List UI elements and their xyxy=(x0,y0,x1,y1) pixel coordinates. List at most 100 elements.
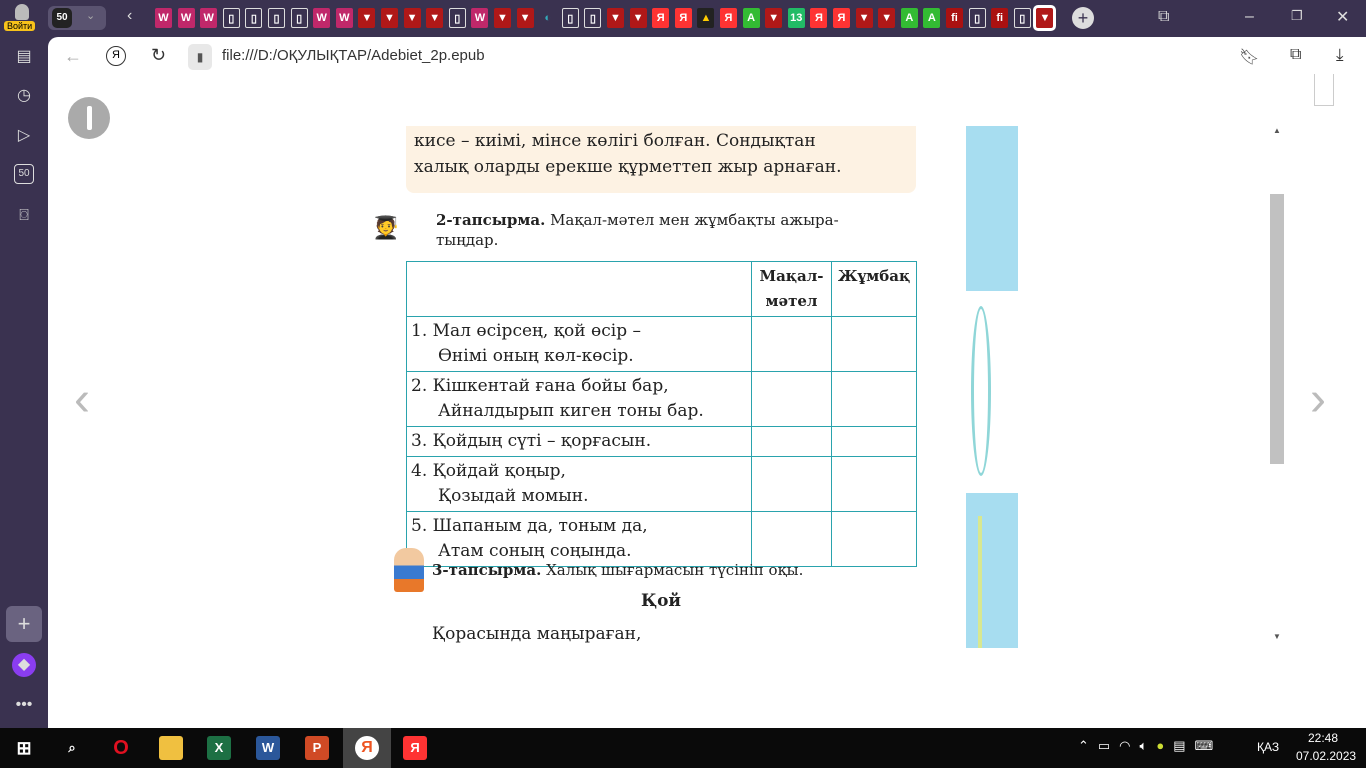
tab-pdf[interactable]: ▼ xyxy=(516,8,534,28)
answer-cell[interactable] xyxy=(831,456,917,512)
tab-pdf[interactable]: ▼ xyxy=(765,8,783,28)
tab-doc[interactable]: ▯ xyxy=(448,8,466,28)
new-tab-button[interactable]: + xyxy=(1072,7,1094,29)
tab-ya[interactable]: Я xyxy=(720,8,737,28)
riddle-cell: 3. Қойдың сүті – қорғасын. xyxy=(406,426,752,457)
tab-doc[interactable]: ▯ xyxy=(584,8,602,28)
screenshot-icon[interactable]: ⌼ xyxy=(12,204,36,228)
scroll-down-icon[interactable]: ▼ xyxy=(1273,632,1281,641)
scrollbar[interactable]: ▲ ▼ xyxy=(1270,126,1284,648)
clock-date[interactable]: 07.02.2023 xyxy=(1296,749,1356,763)
answer-cell[interactable] xyxy=(831,511,917,567)
tab-doc[interactable]: ▯ xyxy=(290,8,308,28)
yandex-icon[interactable]: Я xyxy=(106,46,126,66)
word-icon[interactable]: W xyxy=(256,736,280,760)
prev-page-button[interactable]: ‹ xyxy=(74,372,90,427)
minimize-button[interactable]: – xyxy=(1245,8,1254,26)
more-icon[interactable]: ••• xyxy=(12,693,36,717)
tab-count-button[interactable]: 50 ⌄ xyxy=(48,6,106,30)
tab-doc[interactable]: ▯ xyxy=(222,8,240,28)
answer-cell[interactable] xyxy=(751,511,832,567)
tab-w[interactable]: W xyxy=(200,8,218,28)
download-icon[interactable]: ⤓ xyxy=(1336,45,1344,65)
reader-menu-button[interactable] xyxy=(68,97,110,139)
answer-cell[interactable] xyxy=(751,426,832,457)
history-icon[interactable]: ◷ xyxy=(12,84,36,108)
tray-icons[interactable]: ⌃▭◠🔈︎●▤⌨ xyxy=(1078,738,1222,754)
tab-fi[interactable]: fi xyxy=(946,8,963,28)
excel-icon[interactable]: X xyxy=(207,736,231,760)
close-button[interactable]: ✕ xyxy=(1336,7,1349,27)
next-page-button[interactable]: › xyxy=(1310,372,1326,427)
scroll-tabs-left-icon[interactable]: ‹ xyxy=(127,7,132,25)
answer-cell[interactable] xyxy=(751,371,832,427)
language[interactable]: ҚАЗ xyxy=(1257,740,1279,754)
riddle-line: 4. Қойдай қоңыр, xyxy=(411,461,566,481)
tab-pdf[interactable]: ▼ xyxy=(494,8,511,28)
profile-avatar[interactable]: Войти xyxy=(4,4,36,34)
tab-w[interactable]: W xyxy=(335,8,353,28)
reload-icon[interactable]: ↻ xyxy=(151,45,166,66)
tabs-panel-icon[interactable]: ⧉ xyxy=(1158,8,1169,26)
yandex-icon[interactable]: Я xyxy=(403,736,427,760)
tab-a[interactable]: A xyxy=(742,8,760,28)
answer-cell[interactable] xyxy=(751,316,832,372)
tab-globe[interactable]: ◐ xyxy=(539,8,557,28)
collections-icon[interactable]: ▤ xyxy=(12,45,36,69)
windows-start-icon[interactable]: ⊞ xyxy=(12,736,36,760)
explorer-icon[interactable] xyxy=(159,736,183,760)
tab-pdf[interactable]: ▼ xyxy=(403,8,421,28)
tab-pdf[interactable]: ▼ xyxy=(426,8,444,28)
answer-cell[interactable] xyxy=(751,456,832,512)
tab-pdf[interactable]: ▼ xyxy=(381,8,398,28)
login-button[interactable]: Войти xyxy=(4,21,36,31)
tab-w[interactable]: W xyxy=(313,8,331,28)
tab-doc[interactable]: ▯ xyxy=(1013,8,1031,28)
tab-pdf[interactable]: ▼ xyxy=(855,8,873,28)
tab-fi[interactable]: fi xyxy=(991,8,1009,28)
tab-pdf[interactable]: ▼ xyxy=(1033,5,1057,31)
yandex-browser-taskbar[interactable]: Я xyxy=(343,728,391,768)
tab-doc[interactable]: ▯ xyxy=(245,8,263,28)
back-icon[interactable]: ← xyxy=(64,46,82,67)
answer-cell[interactable] xyxy=(831,316,917,372)
table-header: Жұмбақ xyxy=(831,261,917,317)
tab-w[interactable]: W xyxy=(155,8,172,28)
tab-pdf[interactable]: ▼ xyxy=(629,8,647,28)
tab-ya[interactable]: Я xyxy=(652,8,670,28)
tab-pdf[interactable]: ▼ xyxy=(607,8,624,28)
page-bookmark-icon[interactable] xyxy=(1314,74,1334,106)
video-icon[interactable]: ▷ xyxy=(12,124,36,148)
scrollbar-thumb[interactable] xyxy=(1270,194,1284,464)
tab-a[interactable]: A xyxy=(923,8,941,28)
url-field[interactable]: file:///D:/ОҚУЛЫҚТАР/Adebiet_2p.epub xyxy=(222,47,485,64)
riddle-table: Мақал-мәтел Жұмбақ 1. Мал өсірсең, қой ө… xyxy=(406,261,917,567)
alice-icon[interactable]: ◆ xyxy=(12,653,36,677)
answer-cell[interactable] xyxy=(831,371,917,427)
opera-icon[interactable]: O xyxy=(109,736,133,760)
tab-pdf[interactable]: ▼ xyxy=(358,8,376,28)
tab-a[interactable]: A xyxy=(900,8,918,28)
tab-w[interactable]: W xyxy=(177,8,195,28)
search-icon[interactable]: ⌕ xyxy=(60,736,84,760)
tabs-50-icon[interactable]: 50 xyxy=(14,164,34,184)
restore-button[interactable]: ❐ xyxy=(1291,8,1303,24)
tab-pdf[interactable]: ▼ xyxy=(878,8,896,28)
add-panel-button[interactable]: + xyxy=(6,606,42,642)
clock-time[interactable]: 22:48 xyxy=(1308,731,1338,745)
powerpoint-icon[interactable]: P xyxy=(305,736,329,760)
riddle-line: Қозыдай момын. xyxy=(438,486,589,506)
tab-w[interactable]: W xyxy=(471,8,489,28)
tab-doc[interactable]: ▯ xyxy=(268,8,285,28)
reader-icon[interactable]: ⧉ xyxy=(1290,46,1301,64)
tab-ya[interactable]: Я xyxy=(810,8,828,28)
scroll-up-icon[interactable]: ▲ xyxy=(1273,126,1281,135)
bookmark-icon[interactable]: 🔖︎ xyxy=(1239,47,1259,67)
tab-13[interactable]: 13 xyxy=(787,8,805,28)
tab-img[interactable]: ▲ xyxy=(697,8,715,28)
tab-ya[interactable]: Я xyxy=(674,8,692,28)
tab-doc[interactable]: ▯ xyxy=(968,8,986,28)
tab-ya[interactable]: Я xyxy=(833,8,850,28)
tab-doc[interactable]: ▯ xyxy=(561,8,579,28)
answer-cell[interactable] xyxy=(831,426,917,457)
